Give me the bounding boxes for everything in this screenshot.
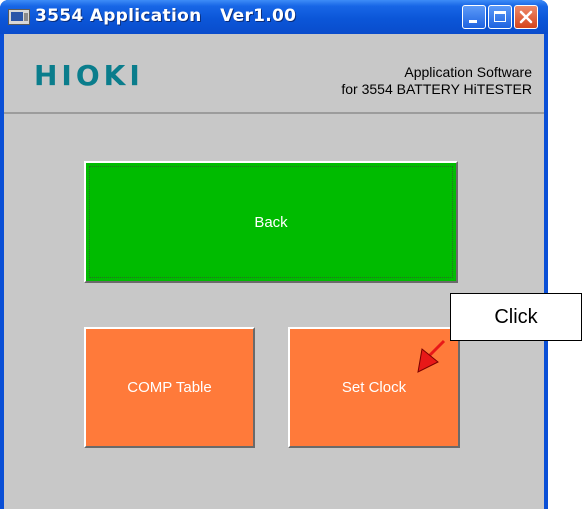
red-arrow-icon (417, 339, 446, 373)
